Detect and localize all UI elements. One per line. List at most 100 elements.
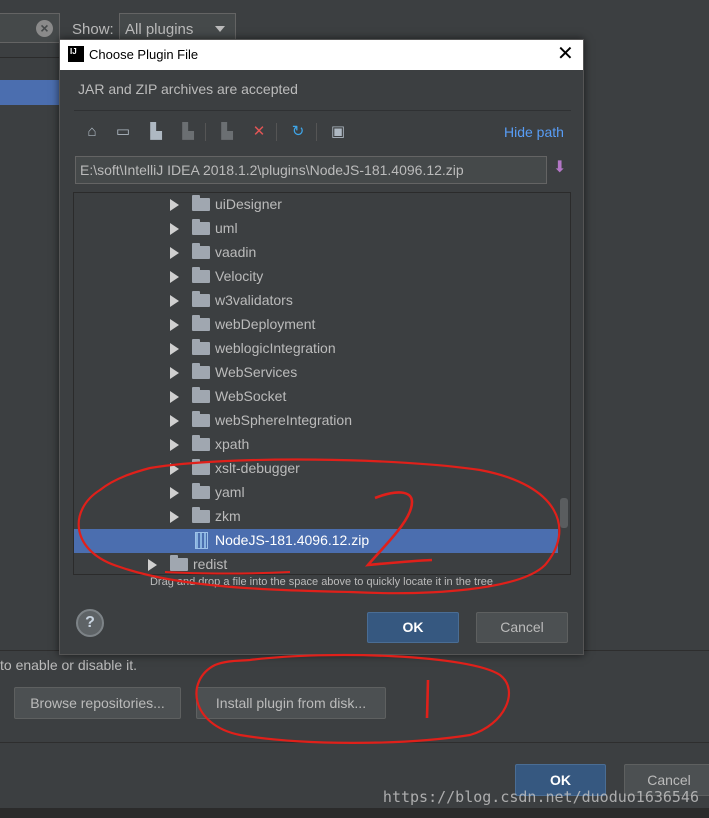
tree-item-label: zkm — [215, 508, 241, 524]
tree-folder-row[interactable]: webSphereIntegration — [74, 409, 558, 433]
tree-item-label: WebServices — [215, 364, 298, 380]
tree-item-label: vaadin — [215, 244, 257, 260]
module-folder-icon[interactable]: ▙ — [217, 122, 237, 142]
expand-arrow-icon[interactable] — [170, 415, 179, 427]
dialog-cancel-button[interactable]: Cancel — [476, 612, 568, 643]
close-icon[interactable]: ✕ — [557, 43, 574, 65]
tree-folder-row[interactable]: w3validators — [74, 289, 558, 313]
intellij-logo-icon: IJ — [68, 46, 84, 62]
project-folder-icon[interactable]: ▙ — [178, 122, 198, 142]
tree-folder-row[interactable]: uiDesigner — [74, 193, 558, 217]
folder-icon — [192, 459, 210, 475]
watermark-text: https://blog.csdn.net/duoduo1636546 — [382, 788, 699, 806]
choose-plugin-file-dialog: IJ Choose Plugin File ✕ JAR and ZIP arch… — [59, 39, 584, 655]
refresh-icon[interactable]: ↻ — [288, 122, 308, 142]
expand-arrow-icon[interactable] — [170, 199, 179, 211]
tree-folder-row[interactable]: zkm — [74, 505, 558, 529]
folder-icon — [192, 483, 210, 499]
annotation-digit-1 — [425, 679, 430, 719]
plugin-filter-value: All plugins — [125, 21, 194, 38]
dialog-ok-button[interactable]: OK — [367, 612, 459, 643]
zip-file-icon — [195, 532, 208, 549]
divider — [0, 742, 709, 743]
tree-folder-row[interactable]: vaadin — [74, 241, 558, 265]
expand-arrow-icon[interactable] — [170, 463, 179, 475]
expand-arrow-icon[interactable] — [170, 343, 179, 355]
help-icon[interactable]: ? — [76, 609, 104, 637]
tree-item-label: uml — [215, 220, 238, 236]
tree-item-label: Velocity — [215, 268, 264, 284]
tree-folder-row[interactable]: Velocity — [74, 265, 558, 289]
expand-arrow-icon[interactable] — [170, 487, 179, 499]
folder-icon — [192, 243, 210, 259]
install-plugin-from-disk-button[interactable]: Install plugin from disk... — [196, 687, 386, 719]
tree-scrollbar[interactable] — [560, 498, 568, 528]
expand-arrow-icon[interactable] — [170, 367, 179, 379]
toolbar-separator — [276, 123, 277, 141]
tree-folder-row[interactable]: redist — [74, 553, 558, 574]
plugin-list[interactable] — [0, 58, 60, 648]
tree-folder-row[interactable]: xslt-debugger — [74, 457, 558, 481]
expand-arrow-icon[interactable] — [170, 271, 179, 283]
tree-item-label: uiDesigner — [215, 196, 282, 212]
chevron-down-icon — [215, 26, 225, 32]
folder-icon — [192, 339, 210, 355]
tree-folder-row[interactable]: yaml — [74, 481, 558, 505]
home-icon[interactable]: ⌂ — [82, 122, 102, 142]
expand-arrow-icon[interactable] — [170, 295, 179, 307]
expand-arrow-icon[interactable] — [148, 559, 157, 571]
status-bar — [0, 808, 709, 818]
folder-icon — [192, 315, 210, 331]
folder-icon — [192, 435, 210, 451]
folder-icon — [192, 219, 210, 235]
tree-file-row[interactable]: NodeJS-181.4096.12.zip — [74, 529, 558, 553]
show-label: Show: — [72, 21, 114, 38]
folder-icon — [192, 387, 210, 403]
toolbar-separator — [205, 123, 206, 141]
divider — [74, 110, 571, 111]
tree-item-label: webDeployment — [215, 316, 316, 332]
tree-folder-row[interactable]: WebSocket — [74, 385, 558, 409]
tree-item-label: WebSocket — [215, 388, 287, 404]
expand-arrow-icon[interactable] — [170, 247, 179, 259]
folder-icon — [192, 411, 210, 427]
divider — [0, 57, 60, 58]
show-hidden-icon[interactable]: ▣ — [328, 122, 348, 142]
expand-arrow-icon[interactable] — [170, 223, 179, 235]
expand-arrow-icon[interactable] — [170, 319, 179, 331]
tree-item-label: NodeJS-181.4096.12.zip — [215, 532, 370, 548]
hide-path-link[interactable]: Hide path — [504, 124, 564, 140]
new-folder-icon[interactable]: ▙ — [146, 122, 166, 142]
clear-search-icon[interactable]: × — [36, 20, 53, 37]
accepted-types-text: JAR and ZIP archives are accepted — [78, 81, 298, 97]
tree-item-label: xpath — [215, 436, 250, 452]
expand-arrow-icon[interactable] — [170, 391, 179, 403]
delete-icon[interactable]: ✕ — [249, 122, 269, 142]
history-icon[interactable]: ⬇ — [553, 157, 571, 181]
folder-icon — [192, 291, 210, 307]
tree-folder-row[interactable]: WebServices — [74, 361, 558, 385]
tree-folder-row[interactable]: webDeployment — [74, 313, 558, 337]
drag-drop-hint: Drag and drop a file into the space abov… — [149, 576, 494, 588]
selected-plugin-row[interactable] — [0, 80, 60, 105]
file-tree[interactable]: uiDesigner uml vaadin Velocity w3validators w… — [73, 192, 571, 575]
tree-item-label: xslt-debugger — [215, 460, 300, 476]
tree-folder-row[interactable]: xpath — [74, 433, 558, 457]
tree-item-label: yaml — [215, 484, 245, 500]
path-input[interactable]: E:\soft\IntelliJ IDEA 2018.1.2\plugins\N… — [75, 156, 547, 184]
folder-icon — [192, 507, 210, 523]
tree-item-label: weblogicIntegration — [215, 340, 336, 356]
enable-hint-text: to enable or disable it. — [0, 657, 137, 673]
desktop-icon[interactable]: ▭ — [113, 122, 133, 142]
browse-repositories-button[interactable]: Browse repositories... — [14, 687, 181, 719]
tree-item-label: redist — [193, 556, 228, 572]
expand-arrow-icon[interactable] — [170, 511, 179, 523]
folder-icon — [170, 555, 188, 571]
dialog-title: Choose Plugin File — [89, 47, 199, 62]
dialog-titlebar[interactable]: IJ Choose Plugin File ✕ — [60, 40, 583, 70]
tree-item-label: webSphereIntegration — [215, 412, 352, 428]
expand-arrow-icon[interactable] — [170, 439, 179, 451]
tree-folder-row[interactable]: weblogicIntegration — [74, 337, 558, 361]
folder-icon — [192, 195, 210, 211]
tree-folder-row[interactable]: uml — [74, 217, 558, 241]
